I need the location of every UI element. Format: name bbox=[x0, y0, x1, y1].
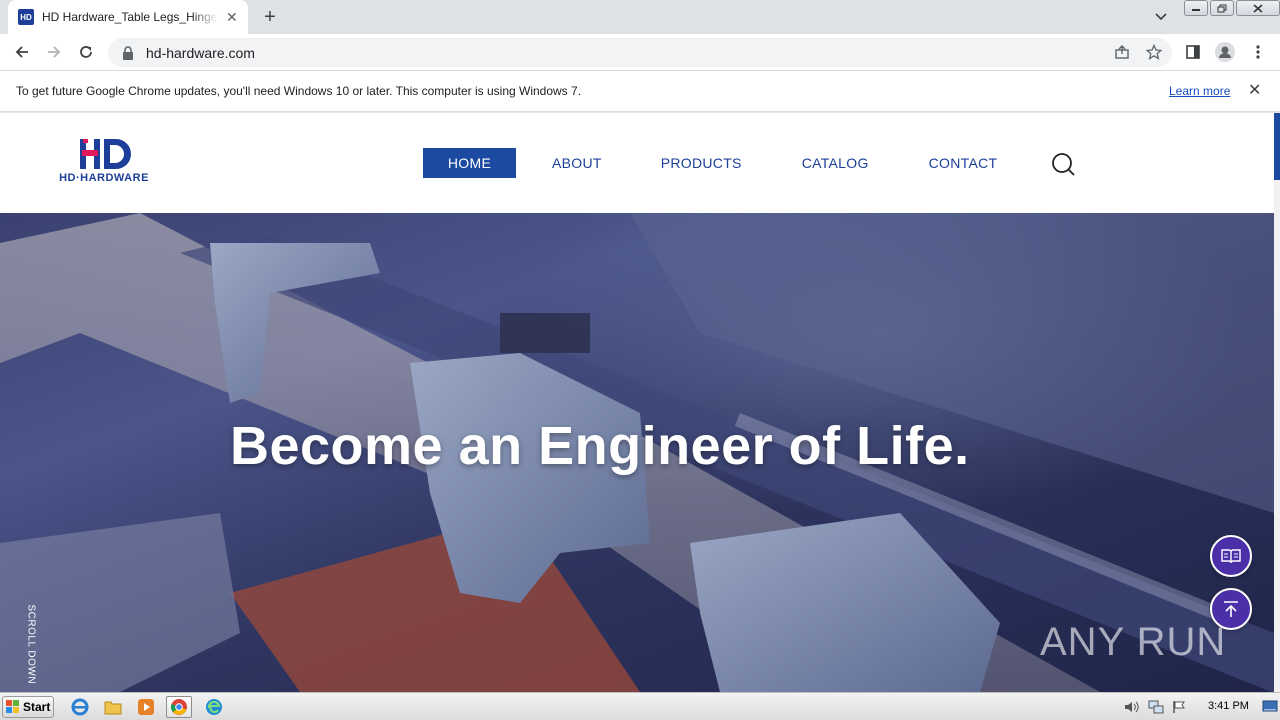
scroll-down-indicator[interactable]: SCROLL DOWN bbox=[24, 604, 38, 690]
site-logo[interactable]: HD·HARDWARE bbox=[42, 137, 166, 189]
catalog-book-button[interactable] bbox=[1210, 535, 1252, 577]
nav-catalog[interactable]: CATALOG bbox=[802, 148, 869, 178]
tab-title: HD Hardware_Table Legs_Hinge_Metal bbox=[42, 10, 218, 24]
site-search-icon[interactable] bbox=[1050, 151, 1076, 177]
lock-icon[interactable] bbox=[120, 45, 136, 61]
update-infobar: To get future Google Chrome updates, you… bbox=[0, 71, 1280, 112]
window-controls bbox=[1184, 0, 1280, 18]
edge-icon[interactable] bbox=[201, 696, 227, 718]
chrome-icon[interactable] bbox=[166, 696, 192, 718]
action-center-flag-icon[interactable] bbox=[1172, 700, 1186, 714]
infobar-message: To get future Google Chrome updates, you… bbox=[16, 84, 582, 98]
nav-products[interactable]: PRODUCTS bbox=[661, 148, 742, 178]
show-desktop-icon[interactable] bbox=[1262, 698, 1278, 714]
share-icon[interactable] bbox=[1110, 40, 1134, 64]
main-navigation: HOME ABOUT PRODUCTS CATALOG CONTACT bbox=[423, 148, 997, 178]
scroll-down-label: SCROLL DOWN bbox=[25, 604, 37, 685]
menu-kebab-icon[interactable] bbox=[1246, 40, 1270, 64]
hero-banner: Become an Engineer of Life. SCROLL DOWN … bbox=[0, 213, 1274, 692]
screen: HD HD Hardware_Table Legs_Hinge_Metal ✕ … bbox=[0, 0, 1280, 720]
volume-icon[interactable] bbox=[1124, 700, 1140, 714]
windows-taskbar: Start 3:41 PM bbox=[0, 692, 1280, 720]
browser-toolbar: hd-hardware.com bbox=[0, 34, 1280, 71]
forward-arrow-icon[interactable] bbox=[42, 40, 66, 64]
learn-more-link[interactable]: Learn more bbox=[1169, 84, 1230, 98]
media-player-icon[interactable] bbox=[133, 696, 159, 718]
start-button[interactable]: Start bbox=[2, 696, 54, 718]
nav-contact[interactable]: CONTACT bbox=[929, 148, 998, 178]
system-tray bbox=[1124, 697, 1186, 717]
nav-home[interactable]: HOME bbox=[423, 148, 516, 178]
bookmark-star-icon[interactable] bbox=[1142, 40, 1166, 64]
infobar-close-icon[interactable]: ✕ bbox=[1248, 83, 1261, 99]
tab-search-chevron-icon[interactable] bbox=[1150, 6, 1172, 28]
profile-avatar-icon[interactable] bbox=[1213, 40, 1237, 64]
tab-close-icon[interactable]: ✕ bbox=[226, 9, 238, 26]
site-header: HD·HARDWARE HOME ABOUT PRODUCTS CATALOG … bbox=[0, 113, 1274, 213]
anyrun-watermark: ANY RUN bbox=[1040, 610, 1226, 674]
browser-tab[interactable]: HD HD Hardware_Table Legs_Hinge_Metal ✕ bbox=[8, 0, 248, 34]
taskbar-clock[interactable]: 3:41 PM bbox=[1208, 700, 1249, 712]
hero-heading: Become an Engineer of Life. bbox=[230, 416, 970, 476]
window-close-icon[interactable] bbox=[1236, 0, 1280, 16]
network-icon[interactable] bbox=[1148, 700, 1164, 714]
logo-wordmark: HD·HARDWARE bbox=[59, 172, 149, 184]
internet-explorer-icon[interactable] bbox=[67, 696, 93, 718]
side-panel-icon[interactable] bbox=[1181, 40, 1205, 64]
new-tab-icon[interactable]: + bbox=[258, 5, 282, 29]
restore-icon[interactable] bbox=[1210, 0, 1234, 16]
reload-icon[interactable] bbox=[74, 40, 98, 64]
open-book-icon bbox=[1221, 549, 1241, 564]
back-arrow-icon[interactable] bbox=[10, 40, 34, 64]
tab-strip: HD HD Hardware_Table Legs_Hinge_Metal ✕ … bbox=[0, 0, 1280, 34]
hd-logo-mark-icon bbox=[80, 139, 131, 169]
windows-flag-icon bbox=[6, 700, 19, 713]
page-scrollbar-thumb[interactable] bbox=[1274, 113, 1280, 180]
address-bar[interactable]: hd-hardware.com bbox=[108, 38, 1172, 67]
file-explorer-icon[interactable] bbox=[100, 696, 126, 718]
start-label: Start bbox=[23, 700, 51, 714]
site-favicon-icon: HD bbox=[18, 9, 34, 25]
watermark-text: ANY RUN bbox=[1040, 619, 1227, 664]
minimize-icon[interactable] bbox=[1184, 0, 1208, 16]
url-text: hd-hardware.com bbox=[146, 44, 255, 61]
nav-about[interactable]: ABOUT bbox=[552, 148, 602, 178]
page-scrollbar[interactable] bbox=[1274, 113, 1280, 692]
